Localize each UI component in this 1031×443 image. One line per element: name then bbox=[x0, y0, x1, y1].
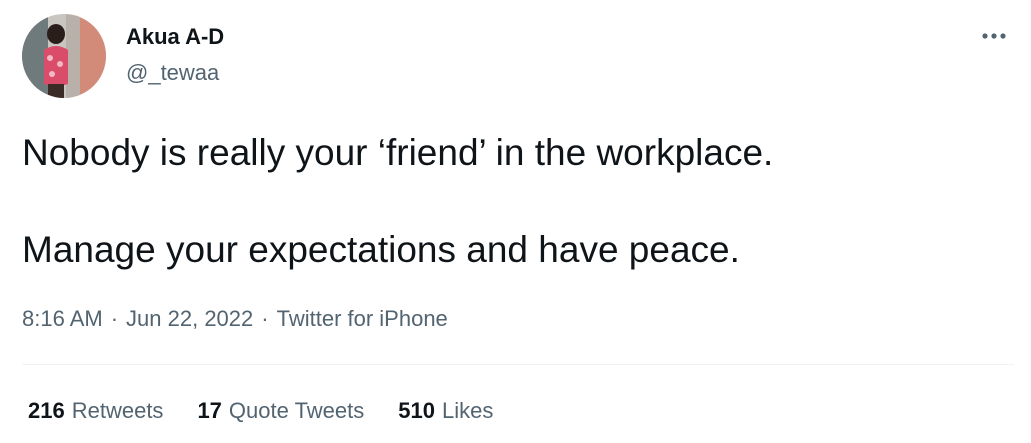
tweet-metadata: 8:16 AM · Jun 22, 2022 · Twitter for iPhone bbox=[22, 306, 448, 332]
retweets-stat[interactable]: 216 Retweets bbox=[28, 398, 163, 424]
tweet-text-line: Nobody is really your ‘friend’ in the wo… bbox=[22, 132, 774, 173]
source-link[interactable]: Twitter for iPhone bbox=[277, 306, 448, 332]
retweets-count: 216 bbox=[28, 398, 65, 423]
quote-tweets-count: 17 bbox=[197, 398, 222, 423]
display-name[interactable]: Akua A-D bbox=[126, 24, 224, 50]
timestamp-time[interactable]: 8:16 AM bbox=[22, 306, 103, 332]
more-horizontal-icon bbox=[982, 33, 1006, 39]
likes-label: Likes bbox=[441, 398, 494, 423]
likes-count: 510 bbox=[398, 398, 435, 423]
tweet-text-line: Manage your expectations and have peace. bbox=[22, 229, 740, 270]
divider bbox=[22, 364, 1014, 365]
profile-photo-icon bbox=[22, 14, 106, 98]
more-options-button[interactable] bbox=[972, 20, 1016, 52]
tweet-card: Akua A-D @_tewaa Nobody is really your ‘… bbox=[0, 0, 1031, 443]
username-handle[interactable]: @_tewaa bbox=[126, 60, 219, 86]
quote-tweets-stat[interactable]: 17 Quote Tweets bbox=[197, 398, 364, 424]
retweets-label: Retweets bbox=[71, 398, 164, 423]
timestamp-date[interactable]: Jun 22, 2022 bbox=[126, 306, 253, 332]
separator-dot: · bbox=[261, 306, 269, 331]
avatar[interactable] bbox=[22, 14, 106, 98]
likes-stat[interactable]: 510 Likes bbox=[398, 398, 493, 424]
engagement-stats: 216 Retweets 17 Quote Tweets 510 Likes bbox=[28, 398, 493, 424]
separator-dot: · bbox=[110, 306, 119, 331]
quote-tweets-label: Quote Tweets bbox=[228, 398, 365, 423]
